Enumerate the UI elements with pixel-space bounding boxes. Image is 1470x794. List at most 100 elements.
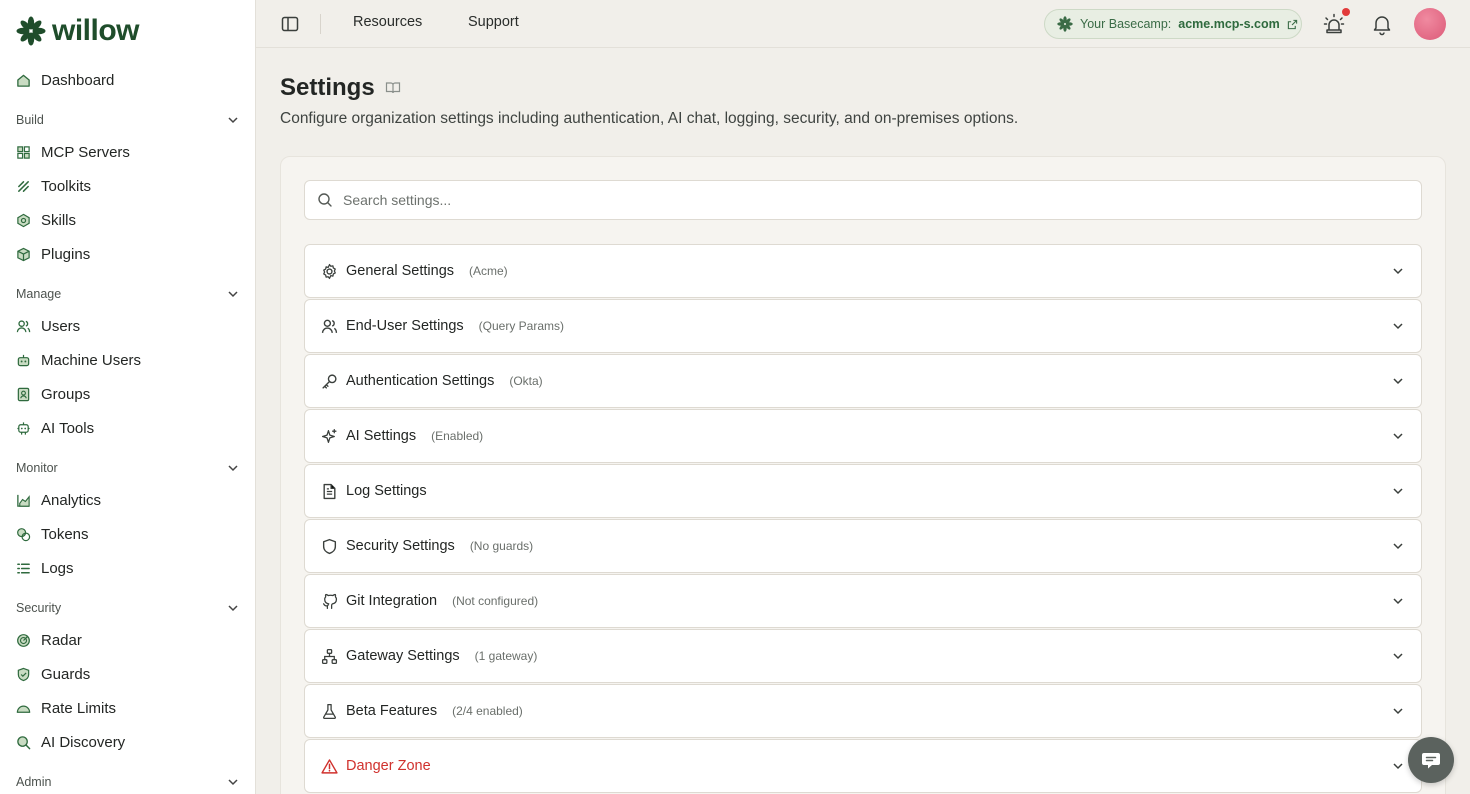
brand-logo[interactable]: willow [16,14,140,48]
accordion-beta-features[interactable]: Beta Features (2/4 enabled) [304,684,1422,738]
support-link[interactable]: Support [468,14,519,30]
accordion-general-settings[interactable]: General Settings (Acme) [304,244,1422,298]
accordion-subtitle: (Query Params) [478,319,565,333]
accordion-security-settings[interactable]: Security Settings (No guards) [304,519,1422,573]
sidebar-item-machine-users[interactable]: Machine Users [16,346,240,374]
settings-search[interactable] [304,180,1422,220]
sidebar-item-label: Plugins [41,245,91,263]
sidebar-item-ai-tools[interactable]: AI Tools [16,414,240,442]
notification-dot [1342,8,1350,16]
sidebar-toggle-icon[interactable] [280,14,300,34]
sidebar-section-label: Manage [16,287,62,301]
sidebar-item-skills[interactable]: Skills [16,206,240,234]
sidebar-item-label: AI Tools [41,419,95,437]
chevron-down-icon [228,291,238,298]
sidebar-item-label: Logs [41,559,74,577]
sidebar-item-label: MCP Servers [41,143,130,161]
chat-support-button[interactable] [1408,737,1454,783]
toolkits-icon [18,180,29,192]
groups-icon [17,387,30,401]
accordion-subtitle: (Not configured) [452,594,539,608]
plugins-icon [17,247,30,261]
alarm-siren-icon[interactable] [1322,12,1346,36]
accordion-subtitle: (2/4 enabled) [452,704,523,718]
sidebar-item-label: Radar [41,631,82,649]
sidebar-item-logs[interactable]: Logs [16,554,240,582]
chevron-down-icon [228,465,238,472]
sidebar-item-analytics[interactable]: Analytics [16,486,240,514]
sidebar-item-tokens[interactable]: Tokens [16,520,240,548]
sidebar-item-dashboard[interactable]: Dashboard [16,66,240,94]
accordion-authentication-settings[interactable]: Authentication Settings (Okta) [304,354,1422,408]
sidebar-section-security[interactable]: Security [16,598,240,618]
sidebar-item-plugins[interactable]: Plugins [16,240,240,268]
sidebar-item-label: AI Discovery [41,733,126,751]
sidebar-item-label: Skills [41,211,77,229]
accordion-title: Security Settings [346,538,455,554]
accordion-danger-zone[interactable]: Danger Zone [304,739,1422,793]
accordion-log-settings[interactable]: Log Settings [304,464,1422,518]
sidebar-item-users[interactable]: Users [16,312,240,340]
sidebar-item-mcp-servers[interactable]: MCP Servers [16,138,240,166]
chevron-down-icon [1393,378,1403,385]
sidebar-section-label: Admin [16,775,52,789]
accordion-title: Beta Features [346,703,438,719]
sidebar-item-groups[interactable]: Groups [16,380,240,408]
chevron-down-icon [1393,488,1403,495]
sidebar-item-label: Groups [41,385,91,403]
accordion-title: Git Integration [346,593,438,609]
sidebar-section-build[interactable]: Build [16,110,240,130]
basecamp-domain: acme.mcp-s.com [1178,17,1280,31]
accordion-gateway-settings[interactable]: Gateway Settings (1 gateway) [304,629,1422,683]
chevron-down-icon [1393,598,1403,605]
chevron-down-icon [1393,268,1403,275]
search-input[interactable] [343,192,1403,208]
chevron-down-icon [228,117,238,124]
shield-icon [17,667,30,681]
sidebar-item-guards[interactable]: Guards [16,660,240,688]
page-description: Configure organization settings includin… [280,110,1019,127]
chevron-down-icon [1393,433,1403,440]
willow-logo-icon [16,16,46,46]
accordion-title: Authentication Settings [346,373,495,389]
network-icon [321,648,338,664]
accordion-ai-settings[interactable]: AI Settings (Enabled) [304,409,1422,463]
sidebar-item-radar[interactable]: Radar [16,626,240,654]
accordion-subtitle: (No guards) [469,539,534,553]
sparkles-icon [321,428,337,443]
chevron-down-icon [1393,323,1403,330]
sidebar-item-label: Analytics [41,491,102,509]
ai-tools-icon [17,421,30,435]
resources-link[interactable]: Resources [353,14,422,30]
sidebar-item-ai-discovery[interactable]: AI Discovery [16,728,240,756]
bell-icon[interactable] [1370,12,1394,36]
users-icon [16,319,31,332]
basecamp-badge[interactable]: Your Basecamp: acme.mcp-s.com [1044,9,1302,39]
analytics-icon [17,494,30,507]
radar-icon [17,633,30,647]
warning-icon [321,758,338,774]
accordion-git-integration[interactable]: Git Integration (Not configured) [304,574,1422,628]
sidebar-section-manage[interactable]: Manage [16,284,240,304]
sidebar-section-label: Monitor [16,461,58,475]
book-open-icon[interactable] [385,80,401,96]
top-bar: Resources Support Your Basecamp: acme.mc… [256,0,1470,48]
accordion-subtitle: (Acme) [469,264,508,278]
topbar-divider [320,14,321,34]
external-link-icon [1287,19,1297,29]
sidebar-item-toolkits[interactable]: Toolkits [16,172,240,200]
users-icon [321,319,338,333]
basecamp-label: Your Basecamp: [1080,17,1172,31]
skills-icon [17,213,30,227]
shield-icon [322,538,337,554]
willow-logo-icon [1057,16,1073,32]
sidebar-item-label: Dashboard [41,71,115,89]
sidebar-section-admin[interactable]: Admin [16,772,240,792]
accordion-end-user-settings[interactable]: End-User Settings (Query Params) [304,299,1422,353]
sidebar-item-label: Users [41,317,81,335]
sidebar-section-monitor[interactable]: Monitor [16,458,240,478]
sidebar-item-rate-limits[interactable]: Rate Limits [16,694,240,722]
user-avatar[interactable] [1414,8,1446,40]
accordion-title: General Settings [346,263,455,279]
flask-icon [323,703,336,719]
